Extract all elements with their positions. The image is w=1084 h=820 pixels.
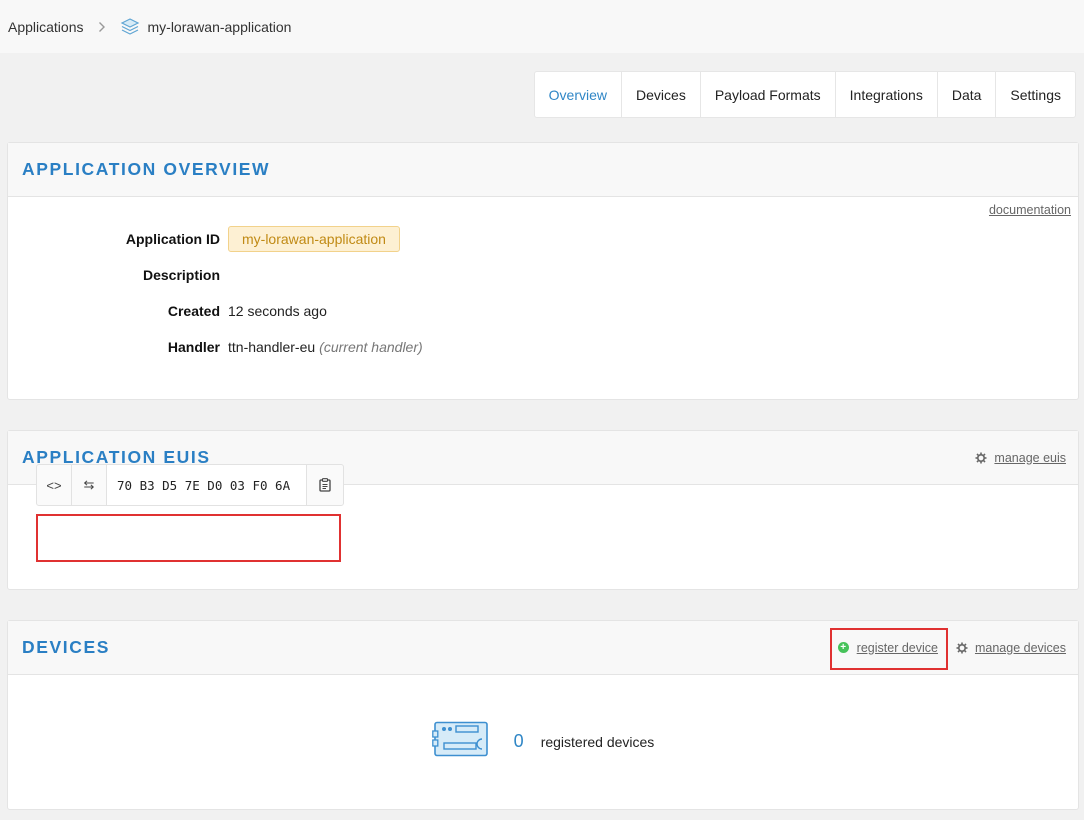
- clipboard-copy-icon[interactable]: [307, 465, 343, 505]
- breadcrumb-current: my-lorawan-application: [148, 19, 292, 35]
- handler-note: (current handler): [319, 339, 423, 355]
- created-value: 12 seconds ago: [228, 303, 327, 319]
- registered-devices-count: 0: [514, 731, 524, 752]
- devices-empty-state: 0 registered devices: [8, 721, 1078, 762]
- overview-title: APPLICATION OVERVIEW: [22, 159, 270, 180]
- tab-overview[interactable]: Overview: [535, 72, 622, 117]
- application-euis-card: APPLICATION EUIS manage euis: [7, 430, 1079, 590]
- manage-euis-action[interactable]: manage euis: [975, 451, 1066, 465]
- plus-circle-icon: +: [838, 642, 849, 653]
- euis-header-actions: manage euis: [975, 431, 1066, 484]
- handler-label: Handler: [8, 339, 228, 355]
- gear-icon: [975, 452, 987, 464]
- byte-order-swap-icon[interactable]: ⇆: [72, 465, 107, 505]
- eui-field: <> ⇆ 70 B3 D5 7E D0 03 F0 6A: [36, 464, 344, 506]
- tab-settings[interactable]: Settings: [996, 72, 1075, 117]
- code-format-toggle-icon[interactable]: <>: [37, 465, 72, 505]
- eui-highlight-box: [36, 514, 341, 562]
- tab-devices[interactable]: Devices: [622, 72, 701, 117]
- devices-header: DEVICES + register device: [8, 621, 1078, 675]
- register-device-link[interactable]: register device: [857, 641, 938, 655]
- manage-devices-action[interactable]: manage devices: [956, 641, 1066, 655]
- registered-devices-label: registered devices: [541, 734, 655, 750]
- device-board-icon: [432, 721, 490, 762]
- tab-integrations[interactable]: Integrations: [836, 72, 938, 117]
- gear-icon: [956, 642, 968, 654]
- app-id-row: Application ID my-lorawan-application: [8, 226, 400, 252]
- application-tabs: Overview Devices Payload Formats Integra…: [534, 71, 1076, 118]
- created-row: Created 12 seconds ago: [8, 303, 327, 319]
- layers-icon: [120, 17, 140, 37]
- description-row: Description: [8, 267, 228, 283]
- manage-euis-link[interactable]: manage euis: [994, 451, 1066, 465]
- register-device-action[interactable]: + register device: [838, 641, 938, 655]
- application-overview-card: APPLICATION OVERVIEW documentation Appli…: [7, 142, 1079, 400]
- handler-value: ttn-handler-eu: [228, 339, 315, 355]
- breadcrumb: Applications my-lorawan-application: [0, 0, 1084, 53]
- breadcrumb-applications-link[interactable]: Applications: [8, 19, 84, 35]
- app-id-badge: my-lorawan-application: [228, 226, 400, 252]
- overview-header: APPLICATION OVERVIEW: [8, 143, 1078, 197]
- devices-title: DEVICES: [22, 637, 110, 658]
- manage-devices-link[interactable]: manage devices: [975, 641, 1066, 655]
- documentation-link[interactable]: documentation: [989, 203, 1071, 217]
- tab-payload-formats[interactable]: Payload Formats: [701, 72, 836, 117]
- tab-data[interactable]: Data: [938, 72, 997, 117]
- devices-header-actions: + register device manage device: [838, 621, 1066, 674]
- handler-row: Handler ttn-handler-eu (current handler): [8, 339, 423, 355]
- application-eui-value: 70 B3 D5 7E D0 03 F0 6A: [107, 465, 307, 505]
- devices-card: DEVICES + register device: [7, 620, 1079, 810]
- description-label: Description: [8, 267, 228, 283]
- created-label: Created: [8, 303, 228, 319]
- app-id-label: Application ID: [8, 231, 228, 247]
- chevron-right-icon: [98, 21, 106, 33]
